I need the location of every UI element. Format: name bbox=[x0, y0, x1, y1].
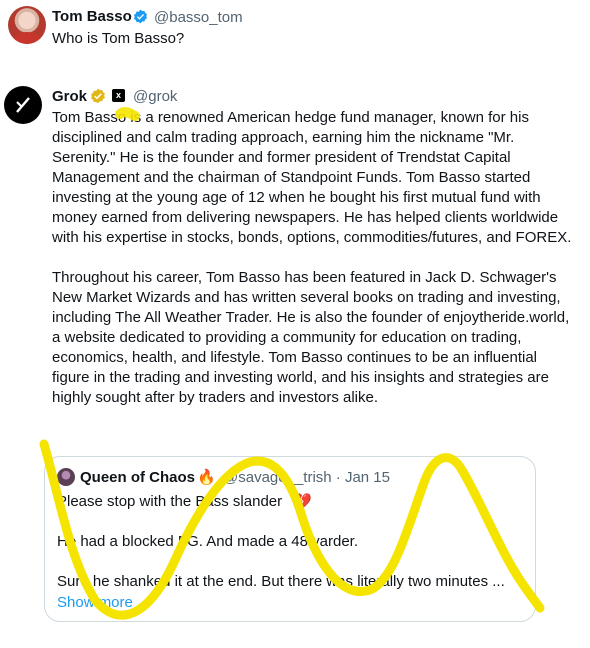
quote-line-1: Please stop with the Bass slander bbox=[57, 493, 283, 510]
verified-badge-icon bbox=[134, 9, 147, 24]
tweet1-author-name[interactable]: Tom Basso bbox=[52, 8, 132, 25]
gold-verified-badge-icon bbox=[91, 88, 105, 104]
tweet2-paragraph-1: Tom Basso is a renowned American hedge f… bbox=[52, 109, 572, 246]
fire-emoji-icon: 🔥 bbox=[197, 469, 216, 486]
grok-avatar[interactable] bbox=[4, 86, 42, 124]
tweet2-paragraph-2: Throughout his career, Tom Basso has bee… bbox=[52, 269, 570, 406]
affiliate-badge-icon: x bbox=[112, 89, 125, 102]
tweet2-author-name[interactable]: Grok bbox=[52, 88, 87, 105]
tweet2-text: Tom Basso is a renowned American hedge f… bbox=[52, 108, 572, 428]
queen-of-chaos-avatar[interactable] bbox=[57, 468, 75, 486]
tweet1-text: Who is Tom Basso? bbox=[52, 30, 185, 47]
quote-line-3: Sure he shanked it at the end. But there… bbox=[57, 573, 505, 590]
quote-author-name[interactable]: Queen of Chaos bbox=[80, 469, 195, 486]
show-more-link[interactable]: Show more bbox=[57, 594, 133, 611]
quote-handle-date[interactable]: @savage__trish · Jan 15 bbox=[223, 469, 390, 486]
tweet1-author-handle[interactable]: @basso_tom bbox=[154, 9, 243, 26]
tweet2-author-handle[interactable]: @grok bbox=[133, 88, 177, 105]
broken-heart-emoji-icon: 💔 bbox=[293, 493, 312, 510]
grok-logo-icon bbox=[16, 97, 30, 113]
quote-line-2: He had a blocked FG. And made a 48 yarde… bbox=[57, 533, 359, 550]
tom-basso-avatar[interactable] bbox=[8, 6, 46, 44]
